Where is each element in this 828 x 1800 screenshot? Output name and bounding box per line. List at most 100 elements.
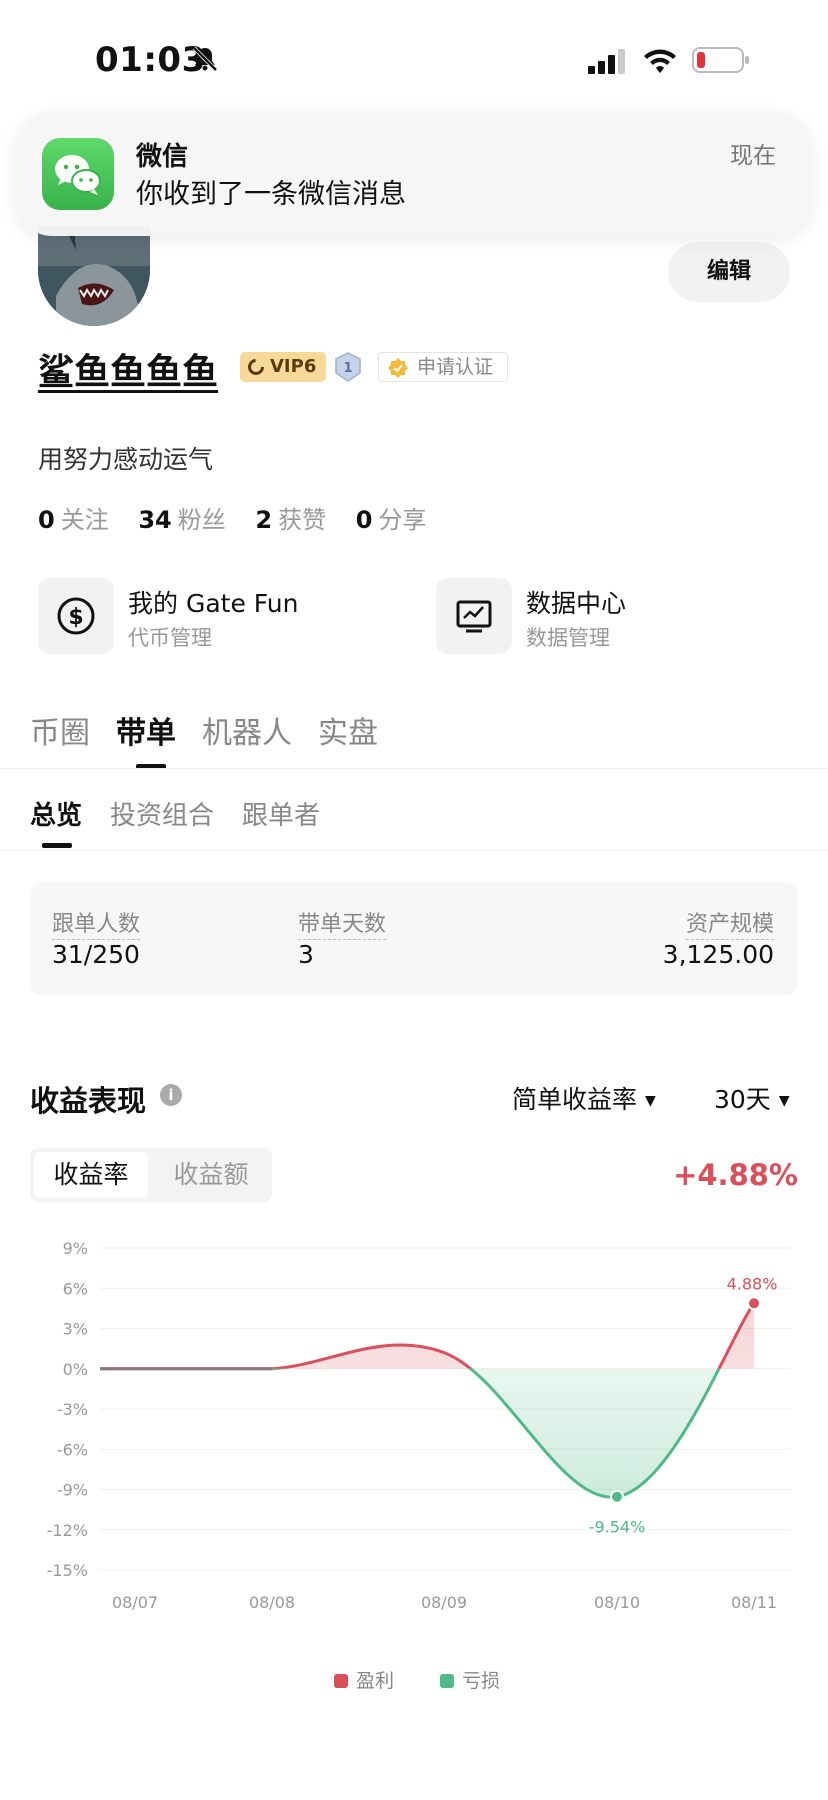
x-tick-label: 08/10 (594, 1593, 640, 1612)
x-tick-label: 08/09 (421, 1593, 467, 1612)
feature-subtitle: 数据管理 (526, 626, 610, 650)
stat-label: 获赞 (278, 506, 327, 534)
dollar-circle-icon: $ (38, 578, 114, 654)
y-tick-label: -9% (57, 1481, 88, 1500)
x-tick-label: 08/07 (112, 1593, 158, 1612)
notification-app-name: 微信 (136, 142, 189, 172)
summary-card: 跟单人数 31/250 带单天数 3 资产规模 3,125.00 (30, 882, 798, 996)
main-tabs: 币圈 带单 机器人 实盘 (30, 708, 404, 752)
loss-area (100, 1368, 754, 1497)
stat-followers[interactable]: 34 粉丝 (138, 506, 247, 534)
tab-bots[interactable]: 机器人 (202, 708, 292, 752)
y-tick-label: -15% (47, 1561, 88, 1580)
stat-label: 关注 (60, 506, 109, 534)
tab-crypto-circle[interactable]: 币圈 (30, 708, 90, 752)
legend-item-profit[interactable]: 盈利 (334, 1670, 394, 1692)
wechat-app-icon (42, 138, 114, 210)
feature-subtitle: 代币管理 (128, 626, 212, 650)
verified-badge-icon (388, 358, 408, 378)
summary-label-days[interactable]: 带单天数 (298, 906, 387, 940)
metric-dropdown-value: 简单收益率 (512, 1085, 638, 1114)
status-time: 01:03 (95, 40, 206, 80)
feature-title: 我的 Gate Fun (128, 589, 299, 618)
data-label: 4.88% (727, 1274, 778, 1293)
stat-following[interactable]: 0 关注 (38, 506, 131, 534)
username: 鲨鱼鱼鱼鱼 (38, 352, 219, 393)
return-toggle: 收益率 收益额 (30, 1148, 272, 1202)
subtab-overview[interactable]: 总览 (30, 795, 82, 832)
sub-tabs: 总览 投资组合 跟单者 (30, 795, 348, 832)
stat-value: 0 (38, 506, 55, 534)
summary-value-days: 3 (298, 940, 314, 969)
y-tick-label: 9% (63, 1239, 88, 1258)
notification-time: 现在 (730, 143, 776, 169)
stat-likes[interactable]: 2 获赞 (255, 506, 348, 534)
avatar[interactable] (38, 226, 150, 326)
y-tick-label: 0% (63, 1360, 88, 1379)
bell-muted-icon (192, 46, 218, 72)
svg-text:$: $ (68, 605, 83, 630)
gate-fun-entry[interactable]: $ 我的 Gate Fun 代币管理 (38, 578, 368, 654)
y-tick-label: -6% (57, 1440, 88, 1459)
stat-value: 34 (138, 506, 172, 534)
cellular-signal-icon (588, 49, 625, 74)
feature-title: 数据中心 (526, 589, 627, 618)
chart-board-icon (436, 578, 512, 654)
summary-label-followers[interactable]: 跟单人数 (52, 906, 141, 940)
y-tick-label: 6% (63, 1279, 88, 1298)
y-tick-label: -3% (57, 1400, 88, 1419)
data-point-marker (610, 1489, 624, 1504)
bio: 用努力感动运气 (38, 445, 214, 474)
stat-label: 分享 (378, 506, 427, 534)
data-center-entry[interactable]: 数据中心 数据管理 (436, 578, 766, 654)
tab-copy-trading[interactable]: 带单 (116, 708, 176, 752)
stat-label: 粉丝 (177, 506, 226, 534)
legend-label: 亏损 (462, 1670, 501, 1692)
active-subtab-indicator (42, 843, 72, 848)
info-icon[interactable]: i (160, 1084, 182, 1106)
edit-profile-button[interactable]: 编辑 (668, 242, 790, 302)
metric-dropdown[interactable]: 简单收益率 ▼ (512, 1080, 656, 1116)
apply-certification-button[interactable]: 申请认证 (378, 352, 508, 382)
toggle-return-rate[interactable]: 收益率 (34, 1152, 148, 1198)
chart-legend: 盈利 亏损 (334, 1666, 500, 1693)
period-dropdown-value: 30天 (714, 1085, 771, 1114)
status-bar: 01:03 (0, 0, 828, 110)
battery-icon (692, 47, 749, 73)
summary-label-aum[interactable]: 资产规模 (685, 906, 774, 940)
caret-down-icon: ▼ (778, 1093, 790, 1109)
wifi-icon (644, 49, 676, 73)
legend-swatch (440, 1674, 455, 1688)
legend-swatch (334, 1674, 348, 1688)
performance-title: 收益表现 (30, 1084, 147, 1118)
wechat-notification[interactable]: 微信 你收到了一条微信消息 现在 (16, 112, 812, 236)
subtab-followers[interactable]: 跟单者 (242, 795, 320, 832)
data-label: -9.54% (589, 1518, 646, 1537)
vip-badge[interactable]: VIP6 (240, 352, 326, 382)
caret-down-icon: ▼ (645, 1093, 656, 1109)
summary-value-followers: 31/250 (52, 940, 140, 969)
legend-label: 盈利 (356, 1670, 395, 1692)
notification-message: 你收到了一条微信消息 (136, 179, 406, 210)
vip-ring-icon (248, 359, 264, 375)
level-number: 1 (343, 361, 352, 376)
divider (0, 850, 828, 851)
summary-value-aum: 3,125.00 (662, 940, 774, 969)
stat-value: 2 (255, 506, 273, 534)
vip-label: VIP6 (270, 356, 317, 377)
level-shield-icon[interactable]: 1 (334, 352, 362, 382)
certify-label: 申请认证 (417, 356, 494, 378)
data-point-marker (747, 1296, 761, 1311)
y-tick-label: -12% (47, 1521, 88, 1540)
headline-return: +4.88% (673, 1158, 798, 1192)
period-dropdown[interactable]: 30天 ▼ (714, 1080, 790, 1116)
stat-value: 0 (355, 506, 373, 534)
x-tick-label: 08/11 (731, 1593, 777, 1612)
legend-item-loss[interactable]: 亏损 (440, 1670, 500, 1692)
y-tick-label: 3% (63, 1320, 88, 1339)
toggle-return-amount[interactable]: 收益额 (154, 1152, 268, 1198)
stat-shares[interactable]: 0 分享 (356, 506, 449, 534)
tab-live[interactable]: 实盘 (318, 708, 378, 752)
subtab-portfolio[interactable]: 投资组合 (110, 795, 214, 832)
shark-avatar-image (38, 226, 150, 326)
